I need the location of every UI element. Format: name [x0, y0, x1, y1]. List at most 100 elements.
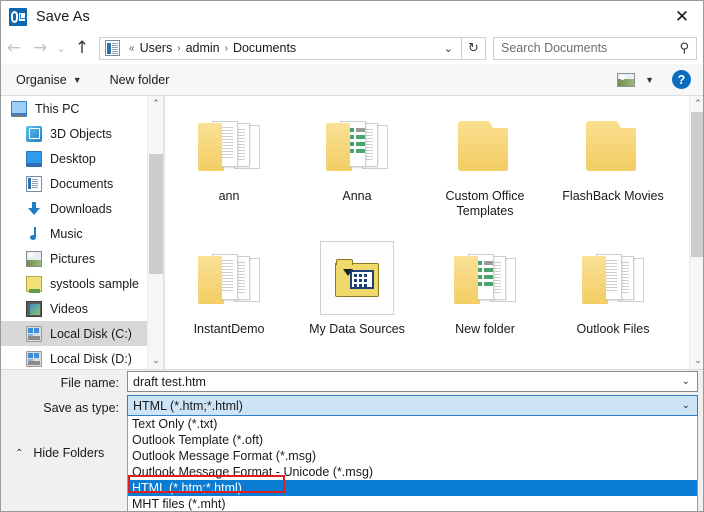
- breadcrumb-overflow-icon[interactable]: «: [129, 43, 135, 54]
- file-item[interactable]: Anna: [293, 96, 421, 229]
- close-button[interactable]: ✕: [659, 1, 703, 32]
- dropdown-option[interactable]: MHT files (*.mht): [128, 496, 697, 511]
- desktop-icon: [26, 150, 42, 167]
- sidebar-item-label: 3D Objects: [50, 126, 112, 141]
- sidebar-item-local-disk-d[interactable]: Local Disk (D:): [1, 346, 147, 369]
- dropdown-option[interactable]: HTML (*.htm;*.html): [128, 480, 697, 496]
- file-list[interactable]: ann Anna Custom Office Templates FlashBack …: [165, 96, 689, 369]
- sidebar-item-desktop[interactable]: Desktop: [1, 146, 147, 171]
- new-folder-button[interactable]: New folder: [110, 73, 170, 87]
- save-as-dialog: Save As ✕ ← → ⌄ ↑ « Users › admin › Docu…: [0, 0, 704, 512]
- sidebar-item-label: Downloads: [50, 201, 112, 216]
- address-bar[interactable]: « Users › admin › Documents ⌄: [99, 36, 462, 60]
- file-item[interactable]: Outlook Files: [549, 229, 677, 362]
- file-item-label: InstantDemo: [193, 322, 265, 336]
- sidebar-item-videos[interactable]: Videos: [1, 296, 147, 321]
- view-layout-icon[interactable]: [617, 72, 636, 87]
- file-item[interactable]: FlashBack Movies: [549, 96, 677, 229]
- save-as-type-label: Save as type:: [43, 401, 119, 415]
- disk-icon: [26, 350, 42, 367]
- breadcrumb-users[interactable]: Users: [140, 41, 173, 55]
- sidebar-scrollbar-thumb[interactable]: [149, 154, 163, 274]
- sidebar-item-label: Documents: [50, 176, 114, 191]
- file-item-label: My Data Sources: [309, 322, 405, 336]
- file-name-input[interactable]: draft test.htm ⌄: [127, 371, 698, 392]
- outlook-icon: [9, 7, 27, 26]
- sidebar-item-music[interactable]: Music: [1, 221, 147, 246]
- up-icon[interactable]: ↑: [69, 35, 95, 61]
- dropdown-option[interactable]: Text Only (*.txt): [128, 416, 697, 432]
- sidebar-item-label: This PC: [35, 101, 80, 116]
- file-item[interactable]: New folder: [421, 229, 549, 362]
- sidebar-item-label: Local Disk (C:): [50, 326, 132, 341]
- sidebar-item-this-pc[interactable]: This PC: [1, 96, 147, 121]
- save-as-type-combobox[interactable]: HTML (*.htm;*.html) ⌄: [127, 395, 698, 416]
- chevron-down-icon[interactable]: ⌄: [682, 376, 690, 387]
- new-folder-label: New folder: [109, 72, 170, 87]
- search-input[interactable]: Search Documents ⚲: [493, 36, 697, 60]
- scroll-down-icon[interactable]: ⌄: [690, 353, 703, 369]
- breadcrumb-admin[interactable]: admin: [186, 41, 220, 55]
- file-list-scrollbar-thumb[interactable]: [691, 112, 703, 257]
- folder-icon: [448, 108, 522, 182]
- cube-icon: [26, 125, 42, 142]
- help-icon[interactable]: ?: [672, 70, 691, 89]
- chevron-down-icon[interactable]: ⌄: [682, 400, 690, 411]
- breadcrumb-documents[interactable]: Documents: [233, 41, 296, 55]
- sidebar-item-pictures[interactable]: Pictures: [1, 246, 147, 271]
- search-placeholder: Search Documents: [501, 41, 608, 55]
- dropdown-option[interactable]: Outlook Message Format (*.msg): [128, 448, 697, 464]
- chevron-down-icon[interactable]: ▼: [645, 75, 654, 85]
- folder-icon: [26, 275, 42, 293]
- organise-button[interactable]: Organise ▼: [16, 73, 82, 87]
- file-list-scrollbar[interactable]: ⌃ ⌄: [689, 96, 703, 369]
- dropdown-option[interactable]: Outlook Template (*.oft): [128, 432, 697, 448]
- sidebar-item-label: Music: [50, 226, 83, 241]
- save-as-type-value: HTML (*.htm;*.html): [133, 398, 243, 413]
- disk-icon: [26, 325, 42, 342]
- forward-icon[interactable]: →: [27, 35, 53, 61]
- sidebar-item-local-disk-c[interactable]: Local Disk (C:): [1, 321, 147, 346]
- file-item[interactable]: ann: [165, 96, 293, 229]
- chevron-down-icon[interactable]: ⌄: [436, 42, 461, 55]
- recent-locations-icon[interactable]: ⌄: [53, 35, 69, 61]
- sidebar-item-systools-sample[interactable]: systools sample: [1, 271, 147, 296]
- video-icon: [26, 300, 42, 317]
- refresh-icon[interactable]: ↻: [462, 36, 486, 60]
- file-item-label: Custom Office Templates: [445, 189, 525, 218]
- scroll-up-icon[interactable]: ⌃: [148, 96, 164, 112]
- document-icon: [26, 175, 42, 192]
- organise-label: Organise: [16, 72, 67, 87]
- documents-icon: [105, 40, 120, 56]
- folder-with-spreadsheet-icon: [448, 241, 522, 315]
- breadcrumb-separator-icon: ›: [177, 42, 181, 54]
- title-bar: Save As ✕: [1, 1, 703, 32]
- folder-with-document-icon: [192, 108, 266, 182]
- file-item[interactable]: InstantDemo: [165, 229, 293, 362]
- scroll-down-icon[interactable]: ⌄: [148, 353, 164, 369]
- save-as-type-dropdown-list[interactable]: Text Only (*.txt) Outlook Template (*.oft…: [127, 416, 698, 511]
- data-sources-folder-icon: [320, 241, 394, 315]
- file-item[interactable]: My Data Sources: [293, 229, 421, 362]
- file-item[interactable]: Custom Office Templates: [421, 96, 549, 229]
- window-title: Save As: [36, 8, 90, 25]
- search-icon[interactable]: ⚲: [679, 41, 689, 56]
- command-bar: Organise ▼ New folder ▼ ?: [1, 64, 703, 96]
- sidebar-scrollbar[interactable]: ⌃ ⌄: [147, 96, 163, 369]
- dropdown-option[interactable]: Outlook Message Format - Unicode (*.msg): [128, 464, 697, 480]
- file-item-label: ann: [218, 189, 240, 203]
- sidebar-item-label: Pictures: [50, 251, 96, 266]
- scroll-up-icon[interactable]: ⌃: [690, 96, 703, 112]
- sidebar-item-3d-objects[interactable]: 3D Objects: [1, 121, 147, 146]
- picture-icon: [26, 250, 42, 267]
- folder-with-spreadsheet-icon: [320, 108, 394, 182]
- back-icon[interactable]: ←: [1, 35, 27, 61]
- navigation-sidebar[interactable]: This PC 3D Objects Desktop Documents Downloa…: [1, 96, 147, 369]
- file-name-value: draft test.htm: [133, 374, 206, 389]
- sidebar-item-label: systools sample: [50, 276, 139, 291]
- sidebar-item-documents[interactable]: Documents: [1, 171, 147, 196]
- sidebar-item-downloads[interactable]: Downloads: [1, 196, 147, 221]
- file-row: InstantDemo My Data Sources New folder Outl…: [165, 229, 689, 362]
- file-item-label: New folder: [455, 322, 515, 336]
- hide-folders-button[interactable]: ⌃ Hide Folders: [15, 446, 104, 460]
